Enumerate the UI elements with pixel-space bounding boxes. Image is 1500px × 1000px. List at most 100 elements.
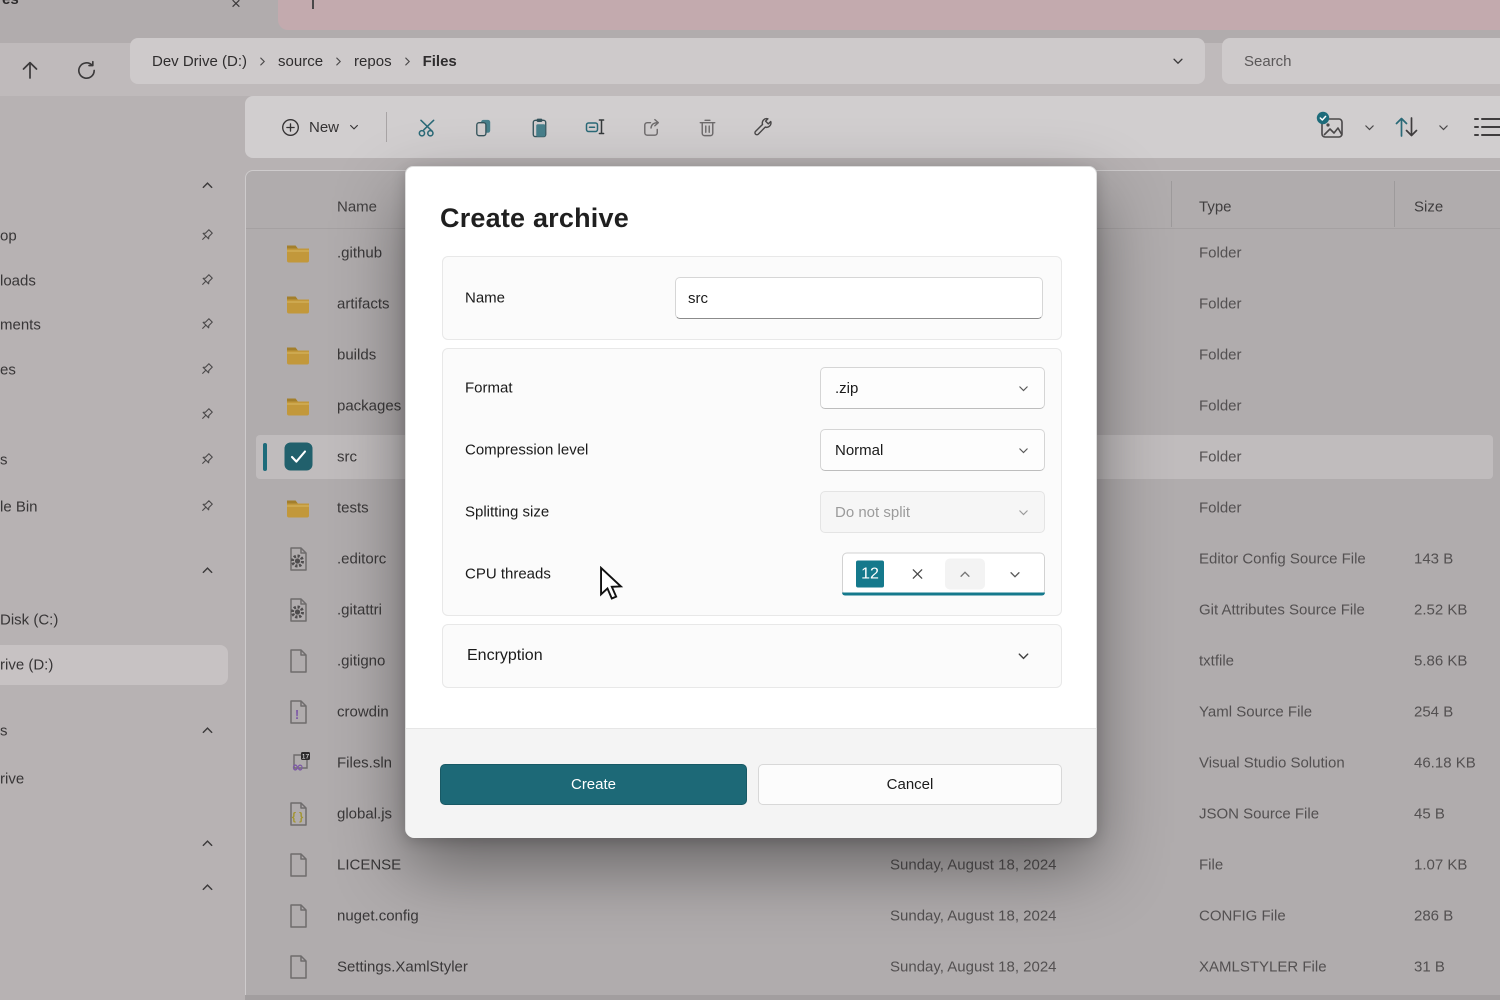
file-type: JSON Source File <box>1199 806 1319 823</box>
pin-icon[interactable] <box>198 406 215 424</box>
file-row[interactable]: nuget.configSunday, August 18, 2024CONFI… <box>246 894 1500 938</box>
format-row: Format .zip <box>443 357 1063 419</box>
create-archive-dialog: Create archive Name src Format .zip Comp… <box>405 166 1097 837</box>
format-select[interactable]: .zip <box>820 367 1045 409</box>
file-type: Folder <box>1199 245 1242 262</box>
format-label: Format <box>465 380 513 397</box>
file-size: 2.52 KB <box>1414 602 1467 619</box>
column-header-name[interactable]: Name <box>337 199 377 216</box>
section-chevron-up-icon[interactable] <box>200 563 215 579</box>
column-header-type[interactable]: Type <box>1199 199 1232 216</box>
refresh-icon[interactable] <box>64 48 108 92</box>
sort-chevron-down-icon[interactable] <box>1428 107 1458 147</box>
pin-icon[interactable] <box>198 227 215 245</box>
delete-button[interactable] <box>684 105 730 149</box>
file-name[interactable]: .gitattri <box>337 602 382 619</box>
share-button[interactable] <box>628 105 674 149</box>
sidebar-item-label[interactable]: es <box>0 362 16 379</box>
folder-icon <box>284 392 312 420</box>
options-card: Format .zip Compression level Normal Spl… <box>442 348 1062 616</box>
new-button[interactable]: New <box>269 110 372 145</box>
sidebar-item-label[interactable]: Disk (C:) <box>0 612 58 629</box>
cpu-threads-value[interactable]: 12 <box>856 561 884 588</box>
encryption-expander[interactable]: Encryption <box>442 624 1062 688</box>
increment-button[interactable] <box>945 559 985 590</box>
pin-icon[interactable] <box>198 498 215 516</box>
sidebar-item-label[interactable]: rive (D:) <box>0 657 53 674</box>
file-name[interactable]: packages <box>337 398 401 415</box>
column-header-size[interactable]: Size <box>1414 199 1443 216</box>
file-name[interactable]: .github <box>337 245 382 262</box>
breadcrumb-item[interactable]: repos <box>346 53 400 70</box>
file-type: File <box>1199 857 1223 874</box>
archive-name-input[interactable]: src <box>675 277 1043 319</box>
breadcrumb-chevron-down-icon[interactable] <box>1171 54 1185 68</box>
file-name[interactable]: global.js <box>337 806 392 823</box>
new-tab-icon[interactable] <box>312 0 314 9</box>
sidebar-item-label[interactable]: le Bin <box>0 499 38 516</box>
breadcrumb-item[interactable]: source <box>270 53 331 70</box>
dialog-title: Create archive <box>440 203 629 234</box>
section-chevron-up-icon[interactable] <box>200 836 215 852</box>
file-name[interactable]: artifacts <box>337 296 390 313</box>
file-name[interactable]: src <box>337 449 357 466</box>
cpu-threads-stepper[interactable]: 12 <box>842 553 1045 596</box>
section-chevron-up-icon[interactable] <box>200 178 215 194</box>
cancel-button[interactable]: Cancel <box>758 764 1062 805</box>
column-separator[interactable] <box>1171 181 1172 227</box>
column-separator[interactable] <box>1394 181 1395 227</box>
file-name[interactable]: builds <box>337 347 376 364</box>
file-name[interactable]: .gitigno <box>337 653 385 670</box>
sidebar: op loads ments es s le Bin Disk (C:) rive (D:) s… <box>0 96 245 1000</box>
tab-close-icon[interactable]: × <box>231 0 241 14</box>
search-input[interactable]: Search <box>1222 38 1500 84</box>
sidebar-item-label[interactable]: s <box>0 723 8 740</box>
compression-select[interactable]: Normal <box>820 429 1045 471</box>
create-button[interactable]: Create <box>440 764 747 805</box>
copy-button[interactable] <box>460 105 506 149</box>
file-row[interactable]: LICENSESunday, August 18, 2024File1.07 K… <box>246 843 1500 887</box>
json-file-icon: { } <box>284 800 312 828</box>
breadcrumb-item[interactable]: Files <box>415 53 465 70</box>
rename-button[interactable] <box>572 105 618 149</box>
pin-icon[interactable] <box>198 361 215 379</box>
sidebar-item-label[interactable]: op <box>0 228 17 245</box>
paste-button[interactable] <box>516 105 562 149</box>
svg-text:!: ! <box>295 707 299 722</box>
clear-icon[interactable] <box>901 559 933 590</box>
file-row[interactable]: Settings.XamlStyler Sunday, August 18, 20… <box>246 945 1500 989</box>
breadcrumb-item[interactable]: Dev Drive (D:) <box>144 53 255 70</box>
breadcrumb[interactable]: Dev Drive (D:) source repos Files <box>130 38 1205 84</box>
file-name[interactable]: tests <box>337 500 369 517</box>
sidebar-item-label[interactable]: s <box>0 452 8 469</box>
layout-view-button[interactable] <box>1310 107 1354 147</box>
file-name[interactable]: nuget.config <box>337 908 419 925</box>
file-name[interactable]: Settings.XamlStyler <box>337 959 468 976</box>
pin-icon[interactable] <box>198 451 215 469</box>
sidebar-item-label[interactable]: ments <box>0 317 41 334</box>
active-tab-label[interactable]: es <box>2 0 19 8</box>
cut-button[interactable] <box>404 105 450 149</box>
section-chevron-up-icon[interactable] <box>200 880 215 896</box>
archive-tools-button[interactable] <box>740 105 786 149</box>
pin-icon[interactable] <box>198 316 215 334</box>
details-view-icon[interactable] <box>1474 107 1500 147</box>
file-name[interactable]: LICENSE <box>337 857 401 874</box>
decrement-button[interactable] <box>995 559 1035 590</box>
file-type: Folder <box>1199 398 1242 415</box>
chevron-down-icon <box>1017 444 1030 457</box>
checked-checkbox[interactable] <box>284 442 313 471</box>
file-name[interactable]: crowdin <box>337 704 389 721</box>
file-date-modified: Sunday, August 18, 2024 <box>890 959 1057 976</box>
file-name[interactable]: Files.sln <box>337 755 392 772</box>
sort-button[interactable] <box>1384 107 1428 147</box>
file-name[interactable]: .editorc <box>337 551 386 568</box>
section-chevron-up-icon[interactable] <box>200 723 215 739</box>
sidebar-item-label[interactable]: rive <box>0 771 24 788</box>
layout-chevron-down-icon[interactable] <box>1354 107 1384 147</box>
pin-icon[interactable] <box>198 272 215 290</box>
encryption-chevron-down-icon[interactable] <box>1016 649 1031 664</box>
up-arrow-icon[interactable] <box>8 48 52 92</box>
folder-icon <box>284 239 312 267</box>
sidebar-item-label[interactable]: loads <box>0 273 36 290</box>
